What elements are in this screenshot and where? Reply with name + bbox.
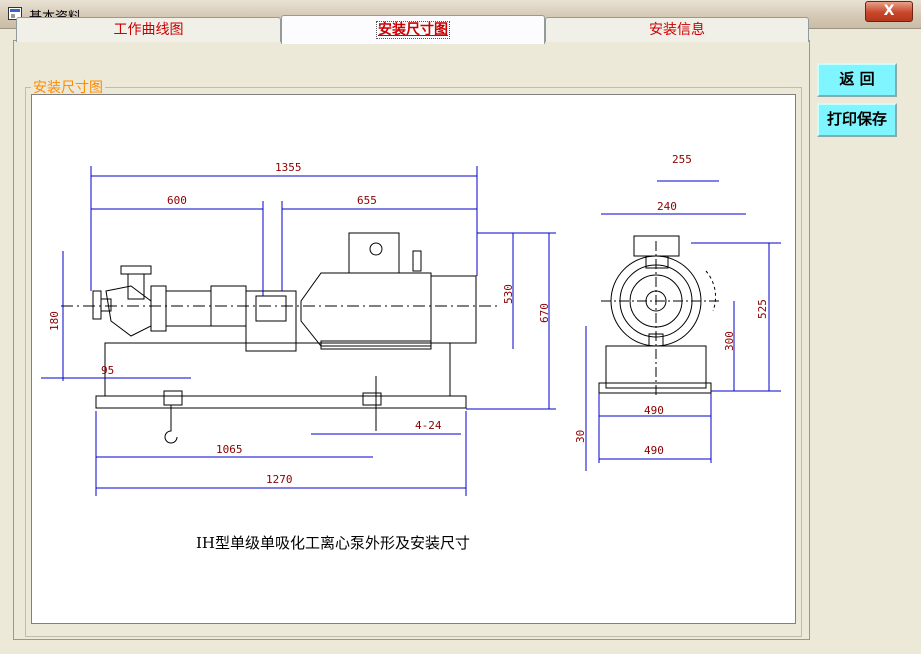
base-plate (95, 395, 467, 409)
endview-rotation-arc (705, 270, 717, 312)
dim-655: 655 (357, 194, 377, 207)
dim-255: 255 (672, 153, 692, 166)
tab-work-curve[interactable]: 工作曲线图 (16, 17, 281, 42)
coupling (255, 295, 287, 322)
tab-install-info[interactable]: 安装信息 (545, 17, 809, 42)
tab-install-info-label: 安装信息 (649, 22, 705, 38)
dim-1065: 1065 (216, 443, 243, 456)
back-button[interactable]: 返 回 (817, 63, 897, 97)
dim-1270: 1270 (266, 473, 293, 486)
dim-30: 30 (574, 430, 587, 443)
pump-bracket (150, 285, 167, 332)
anchor-hook (164, 405, 178, 444)
motor-end-cap (430, 275, 477, 344)
dim-670: 670 (538, 303, 551, 323)
tab-install-dimension[interactable]: 安装尺寸图 (281, 15, 545, 44)
anchor-bolt-left (163, 390, 183, 406)
dim-490-bottom: 490 (644, 444, 664, 457)
dim-180: 180 (48, 311, 61, 331)
tab-install-dimension-label: 安装尺寸图 (376, 21, 450, 39)
drawing-caption: IH型单级单吸化工离心泵外形及安装尺寸 (196, 534, 470, 552)
terminal-box-gland (369, 242, 383, 256)
dimension-drawing: 1355 600 655 95 1065 1270 4-24 255 240 4… (31, 94, 796, 624)
dim-525: 525 (756, 299, 769, 319)
print-save-button[interactable]: 打印保存 (817, 103, 897, 137)
motor-lifting-eye (412, 250, 422, 272)
close-button[interactable]: X (865, 1, 913, 22)
motor-body (300, 272, 432, 347)
pump-inlet-flange (92, 290, 102, 320)
dim-600: 600 (167, 194, 187, 207)
pump-drawing-svg: 1355 600 655 95 1065 1270 4-24 255 240 4… (41, 153, 781, 552)
dim-240: 240 (657, 200, 677, 213)
dim-530: 530 (502, 284, 515, 304)
dim-490-top: 490 (644, 404, 664, 417)
tab-work-curve-label: 工作曲线图 (113, 22, 184, 38)
dim-300: 300 (723, 331, 736, 351)
motor-feet (320, 340, 432, 350)
dim-95: 95 (101, 364, 114, 377)
pump-outlet-flange (120, 265, 152, 275)
bearing-housing (165, 290, 212, 327)
dim-4-24: 4-24 (415, 419, 442, 432)
anchor-bolt-right (362, 392, 382, 406)
dim-1355: 1355 (275, 161, 302, 174)
terminal-box (348, 232, 400, 274)
